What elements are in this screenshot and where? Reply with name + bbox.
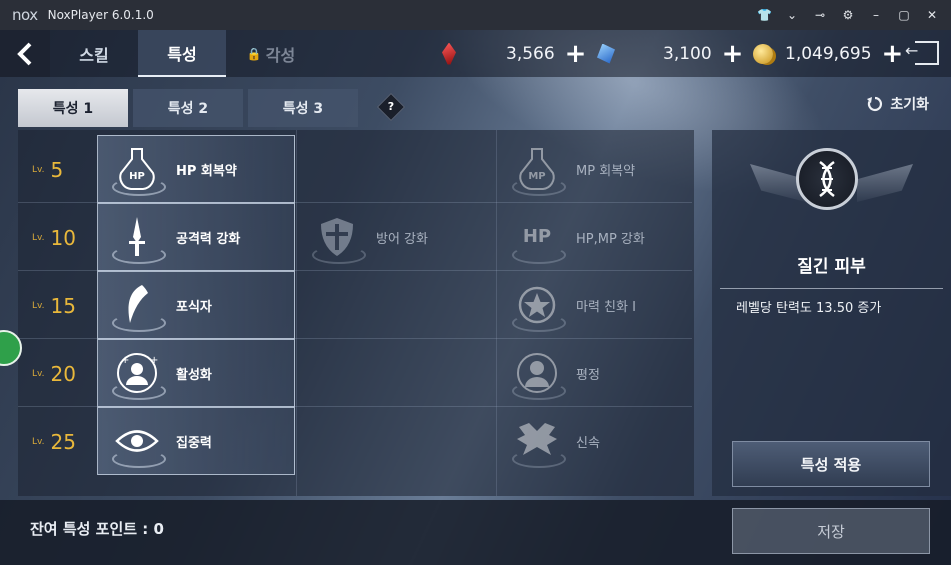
grid-divider <box>496 130 497 496</box>
svg-text:HP: HP <box>523 226 551 247</box>
question-icon: ? <box>387 100 395 113</box>
window-titlebar: nox NoxPlayer 6.0.1.0 👕 ⌄ ⊸ ⚙ – ▢ ✕ <box>0 0 951 30</box>
reset-icon <box>867 96 883 112</box>
person-plus-icon: + + <box>108 344 166 402</box>
maximize-icon[interactable]: ▢ <box>897 8 911 22</box>
trait-calm[interactable]: 평정 <box>498 339 696 407</box>
gear-icon[interactable]: ⚙ <box>841 8 855 22</box>
dna-icon <box>796 148 858 210</box>
level-label: Lv. 10 <box>32 226 76 250</box>
trait-focus[interactable]: 집중력 <box>97 407 295 475</box>
currency-gold: 1,049,695 + <box>753 30 903 77</box>
currency-blue-gem: 3,100 + <box>597 30 743 77</box>
trait-label: 활성화 <box>176 367 212 383</box>
star-icon <box>508 276 566 334</box>
window-controls: 👕 ⌄ ⊸ ⚙ – ▢ ✕ <box>757 0 939 30</box>
trait-detail-title: 질긴 피부 <box>797 257 866 277</box>
add-blue-gem-button[interactable]: + <box>722 41 744 67</box>
remaining-points: 잔여 특성 포인트 : 0 <box>30 520 164 538</box>
close-icon[interactable]: ✕ <box>925 8 939 22</box>
sword-icon <box>108 208 166 266</box>
trait-mp-potion[interactable]: MP MP 회복약 <box>498 135 696 203</box>
tab-awaken-label: 각성 <box>265 45 296 65</box>
game-screen: 스킬 특성 🔒 각성 3,566 + 3,100 + 1,049,695 + 특… <box>0 30 951 565</box>
help-button[interactable]: ? <box>376 92 406 122</box>
trait-label: 공격력 강화 <box>176 231 241 247</box>
svg-text:MP: MP <box>528 171 545 182</box>
tab-skill[interactable]: 스킬 <box>50 30 138 77</box>
lock-icon: 🔒 <box>246 46 262 61</box>
minimize-icon[interactable]: – <box>869 8 883 22</box>
nox-logo: nox <box>12 6 38 24</box>
chevron-down-icon[interactable]: ⌄ <box>785 8 799 22</box>
trait-label: 방어 강화 <box>376 231 428 247</box>
add-red-gem-button[interactable]: + <box>565 41 587 67</box>
shirt-icon[interactable]: 👕 <box>757 8 772 22</box>
shield-icon <box>308 208 366 266</box>
trait-predator[interactable]: 포식자 <box>97 271 295 339</box>
save-button[interactable]: 저장 <box>732 508 930 554</box>
trait-defense-up[interactable]: 방어 강화 <box>298 203 496 271</box>
currency-red-gem: 3,566 + <box>442 30 586 77</box>
blue-gem-icon <box>597 43 615 64</box>
divider <box>720 288 943 289</box>
trait-label: 평정 <box>576 367 600 383</box>
trait-activation[interactable]: + + 활성화 <box>97 339 295 407</box>
svg-text:HP: HP <box>129 171 145 182</box>
trait-label: 마력 친화 I <box>576 299 636 315</box>
red-gem-count: 3,566 <box>506 43 555 64</box>
apply-trait-button[interactable]: 특성 적용 <box>732 441 930 487</box>
exit-icon[interactable] <box>905 41 939 65</box>
trait-label: 신속 <box>576 435 600 451</box>
trait-attack-up[interactable]: 공격력 강화 <box>97 203 295 271</box>
claw-icon <box>108 276 166 334</box>
svg-text:+: + <box>121 355 129 366</box>
trait-label: 포식자 <box>176 299 212 315</box>
potion-icon: HP <box>108 140 166 198</box>
chevron-left-icon <box>17 42 32 65</box>
level-label: Lv. 15 <box>32 294 76 318</box>
trait-swift[interactable]: 신속 <box>498 407 696 475</box>
add-gold-button[interactable]: + <box>882 41 904 67</box>
trait-label: HP,MP 강화 <box>576 231 645 247</box>
red-gem-icon <box>442 42 456 65</box>
trait-label: 집중력 <box>176 435 212 451</box>
trait-label: HP 회복약 <box>176 163 237 179</box>
gold-count: 1,049,695 <box>785 43 872 64</box>
wings-icon <box>508 412 566 470</box>
eye-icon <box>108 412 166 470</box>
level-label: Lv. 25 <box>32 430 76 454</box>
tab-trait[interactable]: 특성 <box>138 30 226 77</box>
subtab-trait-1[interactable]: 특성 1 <box>18 89 128 127</box>
grid-divider <box>296 130 297 496</box>
trait-hp-potion[interactable]: HP HP 회복약 <box>97 135 295 203</box>
trait-detail-description: 레벨당 탄력도 13.50 증가 <box>736 301 882 316</box>
pin-icon[interactable]: ⊸ <box>813 8 827 22</box>
level-label: Lv. 20 <box>32 362 76 386</box>
top-nav: 스킬 특성 🔒 각성 3,566 + 3,100 + 1,049,695 + <box>0 30 951 77</box>
person-icon <box>508 344 566 402</box>
blue-gem-count: 3,100 <box>663 43 712 64</box>
reset-button[interactable]: 초기화 <box>866 92 929 116</box>
back-button[interactable] <box>0 30 50 77</box>
trait-hp-mp-up[interactable]: HP HP,MP 강화 <box>498 203 696 271</box>
tab-awaken[interactable]: 🔒 각성 <box>226 30 316 77</box>
potion-icon: MP <box>508 140 566 198</box>
svg-text:+: + <box>150 355 158 366</box>
subtab-trait-3[interactable]: 특성 3 <box>248 89 358 127</box>
wing-ornament <box>857 164 913 202</box>
trait-mana-affinity[interactable]: 마력 친화 I <box>498 271 696 339</box>
gold-coins-icon <box>753 43 773 64</box>
window-title: NoxPlayer 6.0.1.0 <box>47 8 154 22</box>
subtab-trait-2[interactable]: 특성 2 <box>133 89 243 127</box>
hp-text-icon: HP <box>508 208 566 266</box>
level-label: Lv. 5 <box>32 158 64 182</box>
reset-label: 초기화 <box>890 97 929 113</box>
trait-label: MP 회복약 <box>576 163 636 179</box>
